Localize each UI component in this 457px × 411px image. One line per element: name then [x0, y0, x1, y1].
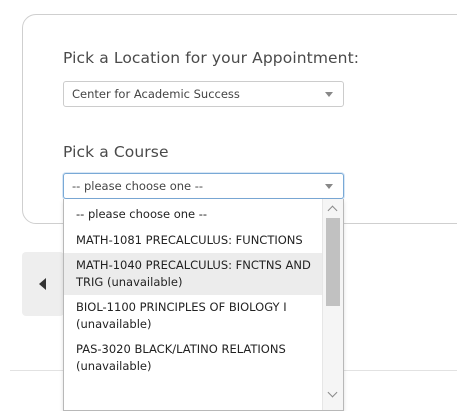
course-option-pas3020[interactable]: PAS-3020 BLACK/LATINO RELATIONS (unavail…: [64, 337, 322, 379]
chevron-left-icon: [39, 278, 46, 290]
course-option-math1040[interactable]: MATH-1040 PRECALCULUS: FNCTNS AND TRIG (…: [64, 253, 322, 295]
course-selected-value: -- please choose one --: [72, 179, 204, 193]
location-heading: Pick a Location for your Appointment:: [63, 49, 360, 67]
option-list: -- please choose one -- MATH-1081 PRECAL…: [64, 199, 322, 379]
dropdown-scrollbar[interactable]: [322, 199, 343, 410]
course-dropdown-list[interactable]: -- please choose one -- MATH-1081 PRECAL…: [63, 199, 344, 411]
course-heading: Pick a Course: [63, 143, 169, 161]
course-option-biol1100[interactable]: BIOL-1100 PRINCIPLES OF BIOLOGY I (unava…: [64, 295, 322, 337]
scroll-down-icon[interactable]: [327, 387, 338, 398]
course-option-math1081[interactable]: MATH-1081 PRECALCULUS: FUNCTIONS: [64, 228, 322, 253]
caret-down-icon: [325, 184, 333, 189]
location-select[interactable]: Center for Academic Success: [63, 81, 344, 107]
caret-down-icon: [325, 92, 333, 97]
appointment-page: Pick a Location for your Appointment: Ce…: [0, 0, 457, 411]
course-option-placeholder[interactable]: -- please choose one --: [64, 199, 322, 228]
location-selected-value: Center for Academic Success: [72, 87, 240, 101]
appointment-card: Pick a Location for your Appointment: Ce…: [22, 14, 457, 224]
course-select[interactable]: -- please choose one --: [63, 173, 344, 199]
scrollbar-thumb[interactable]: [326, 218, 340, 306]
back-button[interactable]: [22, 252, 64, 316]
scroll-up-icon[interactable]: [327, 205, 338, 216]
